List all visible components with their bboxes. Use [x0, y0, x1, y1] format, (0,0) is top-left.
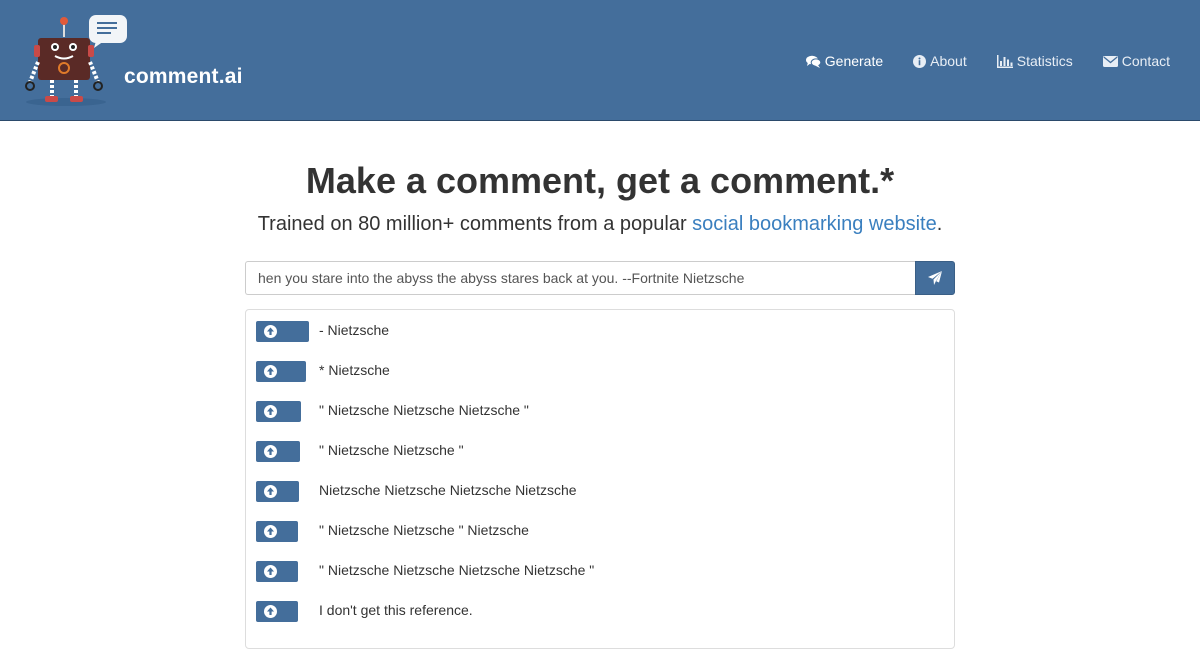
upvote-button[interactable]	[256, 360, 306, 382]
nav-about-label: About	[930, 53, 967, 69]
result-text: " Nietzsche Nietzsche "	[319, 442, 464, 458]
result-row: I don't get this reference.	[256, 600, 946, 622]
info-circle-icon	[913, 54, 927, 68]
upvote-button[interactable]	[256, 560, 298, 582]
nav-statistics-label: Statistics	[1016, 53, 1073, 69]
subtitle-suffix: .	[936, 213, 943, 235]
result-text: " Nietzsche Nietzsche Nietzsche "	[319, 402, 529, 418]
result-text: " Nietzsche Nietzsche Nietzsche Nietzsch…	[319, 562, 595, 578]
result-row: " Nietzsche Nietzsche Nietzsche "	[256, 400, 946, 422]
upvote-button[interactable]	[256, 400, 301, 422]
send-button[interactable]	[915, 261, 955, 295]
comment-form	[245, 261, 955, 295]
result-text: " Nietzsche Nietzsche " Nietzsche	[319, 522, 529, 538]
comments-icon	[805, 55, 821, 68]
result-row: * Nietzsche	[256, 360, 946, 382]
page-subtitle: Trained on 80 million+ comments from a p…	[0, 213, 1200, 236]
envelope-icon	[1102, 55, 1118, 67]
nav-generate-label: Generate	[824, 53, 884, 69]
arrow-circle-up-icon	[264, 564, 277, 578]
arrow-circle-up-icon	[264, 484, 277, 498]
brand[interactable]: comment.ai	[24, 12, 254, 108]
nav-about[interactable]: About	[913, 53, 967, 69]
upvote-button[interactable]	[256, 440, 300, 462]
result-row: " Nietzsche Nietzsche "	[256, 440, 946, 462]
result-text: * Nietzsche	[319, 362, 390, 378]
result-text: I don't get this reference.	[319, 602, 473, 618]
nav-menu: Generate About Statistics Contact	[805, 50, 1170, 72]
nav-contact-label: Contact	[1121, 53, 1170, 69]
arrow-circle-up-icon	[264, 324, 277, 338]
upvote-button[interactable]	[256, 520, 298, 542]
paper-plane-icon	[928, 271, 942, 285]
arrow-circle-up-icon	[264, 604, 277, 618]
upvote-button[interactable]	[256, 480, 299, 502]
robot-logo-icon	[25, 15, 127, 106]
result-text: Nietzsche Nietzsche Nietzsche Nietzsche	[319, 482, 577, 498]
brand-name: comment.ai	[124, 65, 243, 88]
result-row: " Nietzsche Nietzsche Nietzsche Nietzsch…	[256, 560, 946, 582]
arrow-circle-up-icon	[264, 524, 277, 538]
upvote-button[interactable]	[256, 600, 298, 622]
navbar: comment.ai Generate About Statistics Con…	[0, 0, 1200, 121]
result-row: Nietzsche Nietzsche Nietzsche Nietzsche	[256, 480, 946, 502]
result-text: - Nietzsche	[319, 322, 390, 338]
comment-input[interactable]	[245, 261, 915, 295]
arrow-circle-up-icon	[264, 444, 277, 458]
social-bookmarking-link[interactable]: social bookmarking website	[692, 213, 937, 235]
page-title: Make a comment, get a comment.*	[305, 160, 895, 201]
nav-contact[interactable]: Contact	[1102, 53, 1170, 69]
results-list: - Nietzsche * Nietzsche " Nietzsche Nietzs…	[245, 309, 955, 649]
subtitle-prefix: Trained on 80 million+ comments from a p…	[257, 213, 693, 235]
bar-chart-icon	[996, 54, 1013, 68]
result-row: - Nietzsche	[256, 320, 946, 342]
upvote-button[interactable]	[256, 320, 309, 342]
arrow-circle-up-icon	[264, 404, 277, 418]
result-row: " Nietzsche Nietzsche " Nietzsche	[256, 520, 946, 542]
nav-statistics[interactable]: Statistics	[996, 53, 1073, 69]
nav-generate[interactable]: Generate	[805, 53, 884, 69]
arrow-circle-up-icon	[264, 364, 277, 378]
